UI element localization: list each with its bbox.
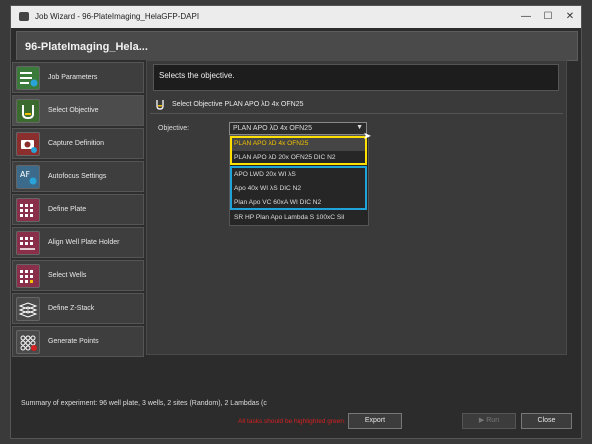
sidebar-item-job-parameters[interactable]: Job Parameters xyxy=(12,62,144,93)
sidebar-item-autofocus-settings[interactable]: AF Autofocus Settings xyxy=(12,161,144,192)
zstack-icon xyxy=(16,297,40,321)
objective-select-value: PLAN APO λD 4x OFN25 xyxy=(233,125,312,132)
objective-select[interactable]: PLAN APO λD 4x OFN25 ▼ xyxy=(229,122,367,135)
minimize-button[interactable]: — xyxy=(519,10,533,24)
sidebar-item-label: Define Z-Stack xyxy=(48,305,95,312)
wells-icon xyxy=(16,264,40,288)
section-divider xyxy=(150,113,563,114)
objective-option[interactable]: SR HP Plan Apo Lambda S 100xC Sil xyxy=(231,211,367,225)
validation-hint: All tasks should be highlighted green. xyxy=(238,418,346,425)
wizard-content-panel: Selects the objective. Select Objective … xyxy=(146,60,567,355)
wizard-sidebar: Job Parameters Select Objective Capture … xyxy=(12,60,146,357)
objective-option[interactable]: PLAN APO λD 20x OFN25 DIC N2 xyxy=(231,151,367,165)
maximize-button[interactable]: ☐ xyxy=(541,10,555,24)
objective-option[interactable]: Apo 40x WI λS DIC N2 xyxy=(231,182,367,196)
window-title: Job Wizard - 96-PlateImaging_HelaGFP-DAP… xyxy=(35,12,200,21)
play-icon: ▶ xyxy=(478,417,485,424)
objective-icon xyxy=(16,99,40,123)
sidebar-item-label: Define Plate xyxy=(48,206,87,213)
autofocus-icon: AF xyxy=(16,165,40,189)
sidebar-item-label: Capture Definition xyxy=(48,140,105,147)
sidebar-item-align-well-plate-holder[interactable]: Align Well Plate Holder xyxy=(12,227,144,258)
step-description-text: Selects the objective. xyxy=(159,71,235,80)
objective-small-icon xyxy=(155,99,165,110)
step-description: Selects the objective. xyxy=(153,64,559,91)
run-button[interactable]: ▶ Run xyxy=(462,413,516,429)
job-title: 96-PlateImaging_Hela... xyxy=(25,41,148,53)
sidebar-item-label: Select Objective xyxy=(48,107,99,114)
sidebar-item-define-z-stack[interactable]: Define Z-Stack xyxy=(12,293,144,324)
sidebar-item-generate-points[interactable]: Generate Points xyxy=(12,326,144,357)
objective-label: Objective: xyxy=(158,125,190,132)
experiment-summary: Summary of experiment: 96 well plate, 3 … xyxy=(21,400,267,407)
svg-text:AF: AF xyxy=(20,170,30,179)
sidebar-item-label: Align Well Plate Holder xyxy=(48,239,120,246)
chevron-down-icon: ▼ xyxy=(356,124,363,131)
mouse-cursor-icon: ➤ xyxy=(363,131,372,142)
points-icon xyxy=(16,330,40,354)
objective-dropdown-list: PLAN APO λD 4x OFN25 PLAN APO λD 20x OFN… xyxy=(229,135,369,226)
run-label: Run xyxy=(486,417,500,424)
section-title: Select Objective PLAN APO λD 4x OFN25 xyxy=(172,101,304,108)
sidebar-item-label: Job Parameters xyxy=(48,74,98,81)
sidebar-item-label: Generate Points xyxy=(48,338,99,345)
plate-icon xyxy=(16,198,40,222)
sidebar-item-label: Autofocus Settings xyxy=(48,173,107,180)
objective-option[interactable]: APO LWD 20x WI λS xyxy=(231,168,367,182)
objective-option[interactable]: Plan Apo VC 60xA WI DIC N2 xyxy=(231,196,367,210)
sidebar-item-select-objective[interactable]: Select Objective xyxy=(12,95,144,126)
objective-option[interactable]: PLAN APO λD 4x OFN25 xyxy=(231,137,367,151)
export-button[interactable]: Export xyxy=(348,413,402,429)
job-parameters-icon xyxy=(16,66,40,90)
sidebar-item-label: Select Wells xyxy=(48,272,87,279)
align-plate-icon xyxy=(16,231,40,255)
close-button[interactable]: Close xyxy=(521,413,572,429)
camera-icon xyxy=(16,132,40,156)
title-bar: Job Wizard - 96-PlateImaging_HelaGFP-DAP… xyxy=(11,6,581,28)
sidebar-item-define-plate[interactable]: Define Plate xyxy=(12,194,144,225)
job-header: 96-PlateImaging_Hela... xyxy=(16,31,578,61)
sidebar-item-select-wells[interactable]: Select Wells xyxy=(12,260,144,291)
close-window-button[interactable]: ✕ xyxy=(563,10,577,24)
app-icon xyxy=(19,12,29,21)
sidebar-item-capture-definition[interactable]: Capture Definition xyxy=(12,128,144,159)
